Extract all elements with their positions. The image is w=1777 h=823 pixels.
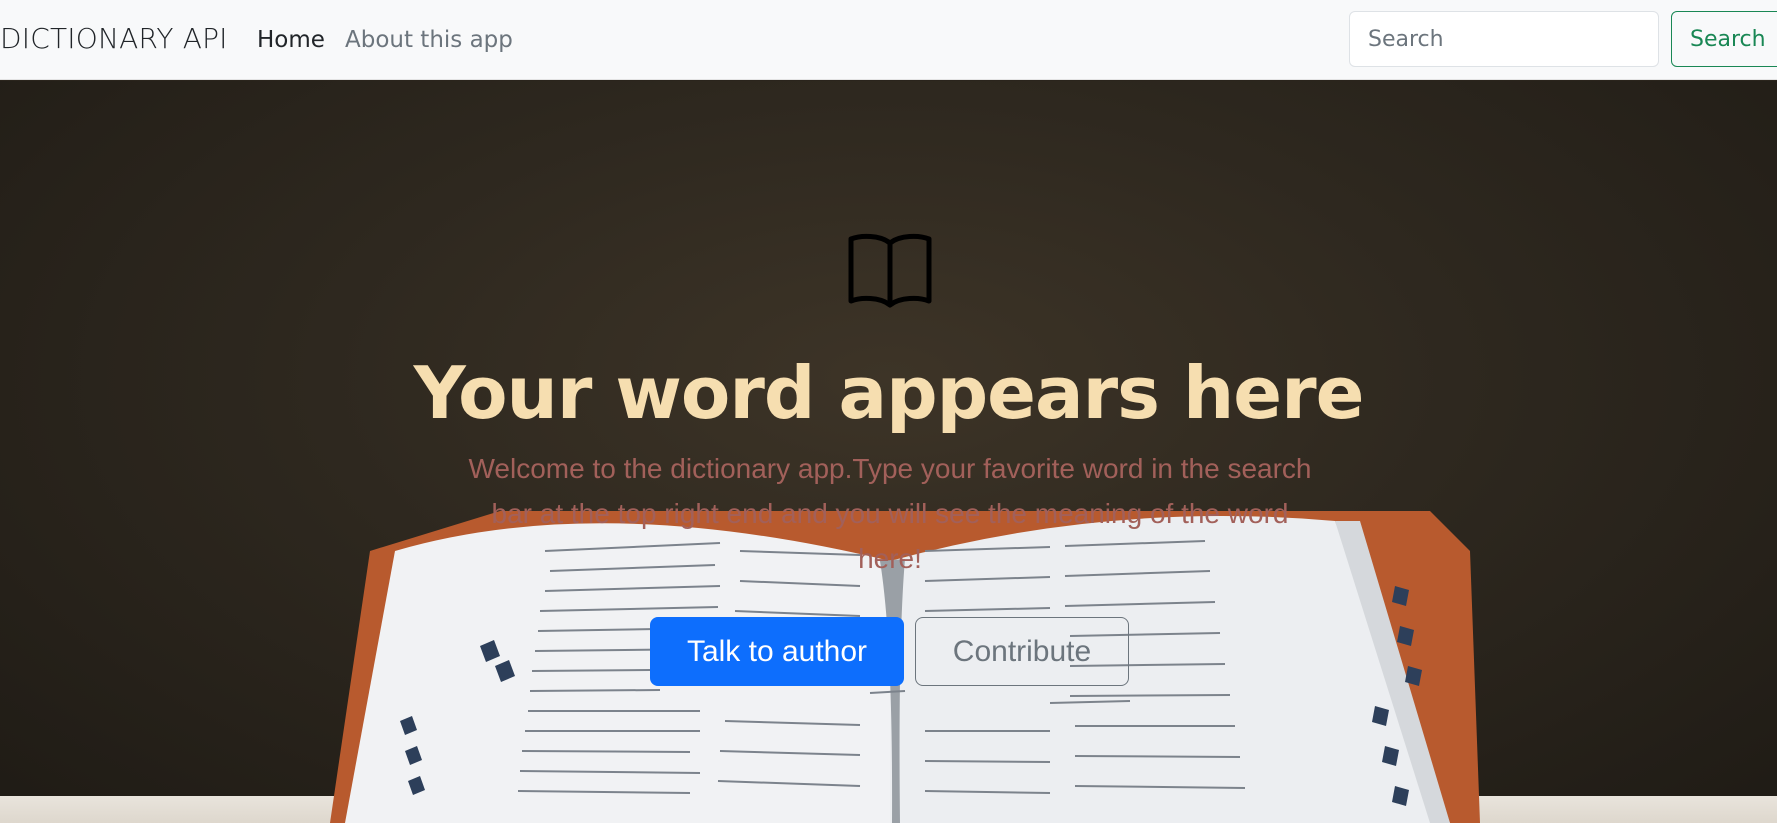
brand-logo-text[interactable]: DICTIONARY API (0, 22, 228, 55)
hero-title: Your word appears here (413, 351, 1365, 435)
hero-description: Welcome to the dictionary app.Type your … (468, 453, 1312, 574)
search-input[interactable] (1349, 11, 1659, 67)
nav-link-home[interactable]: Home (257, 27, 325, 53)
navbar: DICTIONARY API Home About this app Searc… (0, 0, 1777, 80)
contribute-button[interactable]: Contribute (915, 617, 1129, 686)
nav-link-about[interactable]: About this app (345, 27, 513, 53)
hero-section: Your word appears here Welcome to the di… (0, 81, 1777, 823)
search-button[interactable]: Search (1671, 11, 1777, 67)
talk-to-author-button[interactable]: Talk to author (650, 617, 904, 686)
open-book-icon (848, 233, 932, 308)
